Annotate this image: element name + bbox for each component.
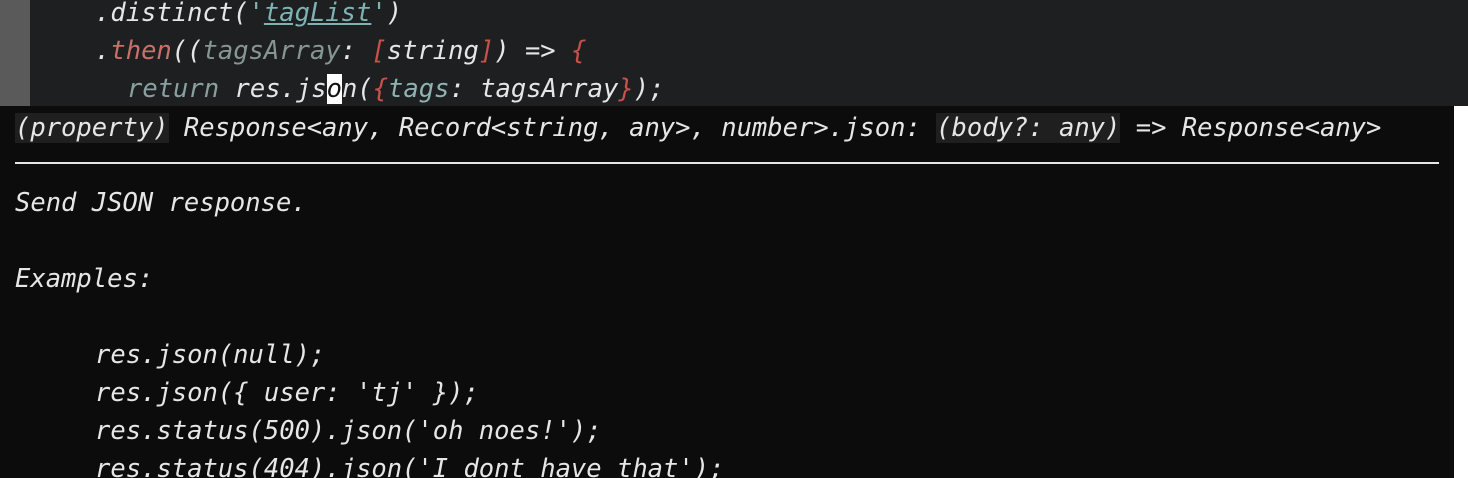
code-token: n( — [341, 74, 373, 104]
code-token-brace: { — [372, 74, 389, 104]
example-line: res.status(404).json('I dont have that')… — [95, 454, 725, 478]
code-line-distinct[interactable]: .distinct('tagList') — [95, 0, 402, 32]
code-line-return[interactable]: return res.json({tags: tagsArray}); — [127, 70, 664, 108]
code-token-bracket: ] — [478, 36, 495, 66]
code-token-string: tagList — [263, 0, 372, 28]
example-line: res.status(500).json('oh noes!'); — [95, 416, 602, 446]
editor-gutter — [0, 0, 30, 106]
examples-heading: Examples: — [15, 264, 154, 294]
code-token-brace: { — [571, 36, 587, 66]
code-line-then[interactable]: .then((tagsArray: [string]) => { — [95, 32, 586, 70]
hover-scrollbar[interactable] — [1454, 106, 1468, 478]
code-token-quote: ' — [248, 0, 264, 28]
hover-divider — [15, 162, 1439, 164]
code-token: ) => — [494, 36, 571, 66]
code-token-type: string — [386, 36, 479, 66]
code-token-method: then — [110, 36, 172, 66]
code-token-keyword: return — [127, 74, 220, 104]
signature-text: Response<any, Record<string, any>, numbe… — [168, 113, 937, 143]
example-line: res.json(null); — [95, 340, 326, 370]
text-cursor: o — [326, 74, 342, 104]
code-token: : — [340, 36, 372, 66]
signature-params: (body?: any) — [936, 113, 1121, 143]
code-token: . — [95, 36, 111, 66]
hover-description: Send JSON response. — [15, 188, 307, 218]
hover-signature: (property) Response<any, Record<string, … — [15, 109, 1381, 147]
code-token: res.js — [234, 74, 327, 104]
code-token: ); — [633, 74, 665, 104]
code-token: (( — [171, 36, 203, 66]
signature-return: => Response<any> — [1120, 113, 1382, 143]
code-token-quote: ' — [371, 0, 387, 28]
code-editor[interactable]: .distinct('tagList') .then((tagsArray: [… — [0, 0, 1468, 106]
code-token: ) — [386, 0, 403, 28]
signature-kind: (property) — [15, 113, 169, 143]
code-token-bracket: [ — [371, 36, 387, 66]
code-token-param: tagsArray — [202, 36, 341, 66]
code-token-brace: } — [618, 74, 634, 104]
code-token: : — [449, 74, 481, 104]
example-line: res.json({ user: 'tj' }); — [95, 378, 479, 408]
code-token: .distinct( — [95, 0, 249, 28]
code-token: tagsArray — [480, 74, 619, 104]
code-token-prop: tags — [388, 74, 450, 104]
